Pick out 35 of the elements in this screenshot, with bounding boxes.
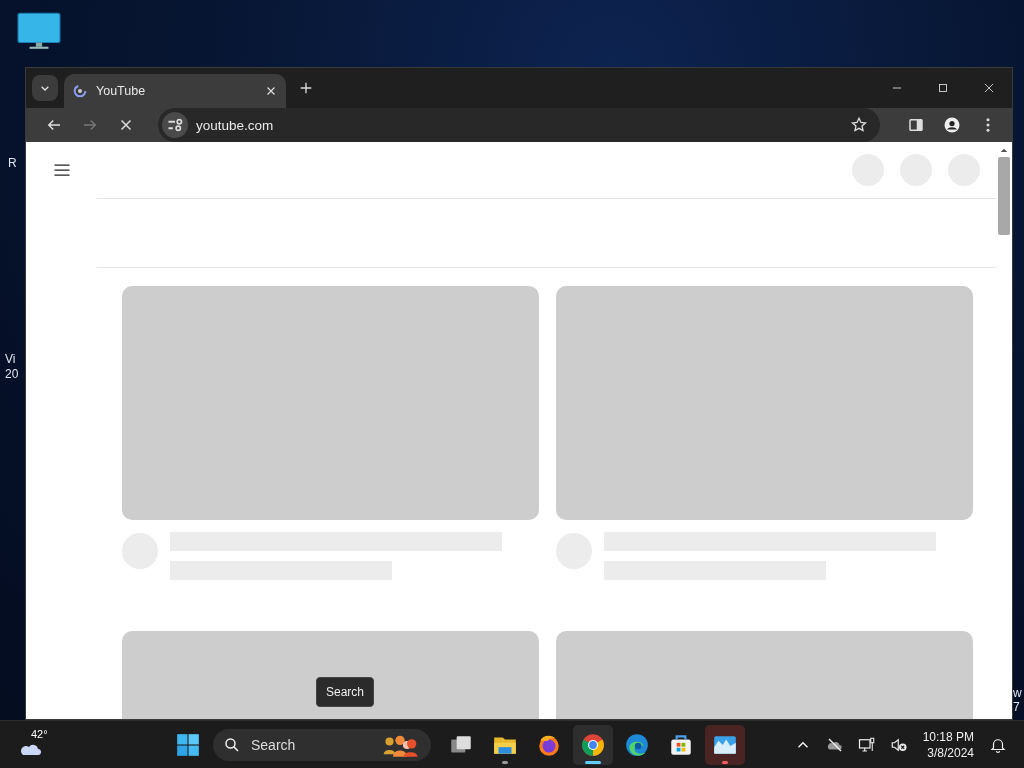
maximize-icon[interactable] (936, 81, 950, 95)
desktop-label: 20 (5, 367, 19, 382)
taskbar-app-button[interactable] (573, 724, 613, 765)
running-indicator (722, 760, 728, 764)
tab-list-button[interactable] (32, 75, 58, 101)
tab-title: YouTube (96, 84, 147, 98)
profile-icon[interactable] (943, 116, 961, 134)
chrome-icon[interactable] (580, 731, 606, 758)
site-settings-icon[interactable] (162, 112, 188, 138)
running-indicator (585, 760, 601, 764)
taskbar-app-button[interactable] (705, 724, 745, 765)
tooltip: Search (316, 677, 375, 707)
start-icon[interactable] (175, 731, 201, 758)
desktop-label: R (8, 156, 17, 171)
weather-widget[interactable]: 42° (17, 727, 51, 762)
close-icon[interactable] (982, 81, 996, 95)
side-panel-icon[interactable] (907, 116, 925, 134)
desktop-label: Vi (5, 352, 16, 367)
address-text: youtube.com (196, 117, 274, 133)
edge-icon[interactable] (624, 731, 650, 758)
search-bar[interactable]: Search (213, 728, 431, 761)
desktop-label: 7 (1013, 700, 1020, 715)
address-bar[interactable]: youtube.com (158, 108, 880, 142)
star-icon[interactable] (850, 116, 868, 134)
new-tab-icon[interactable] (298, 80, 314, 96)
monitor-icon[interactable] (17, 12, 61, 50)
desktop-label: w (1013, 686, 1022, 701)
browser-tab[interactable]: YouTube (64, 74, 286, 108)
search-icon (223, 735, 241, 754)
scrollbar-thumb[interactable] (998, 157, 1010, 235)
network-icon[interactable] (857, 735, 876, 754)
search-input[interactable]: Search (249, 735, 375, 754)
running-indicator (502, 760, 508, 764)
clock[interactable]: 10:18 PM 3/8/2024 (922, 728, 974, 761)
scroll-up-arrow-icon[interactable] (999, 146, 1009, 153)
